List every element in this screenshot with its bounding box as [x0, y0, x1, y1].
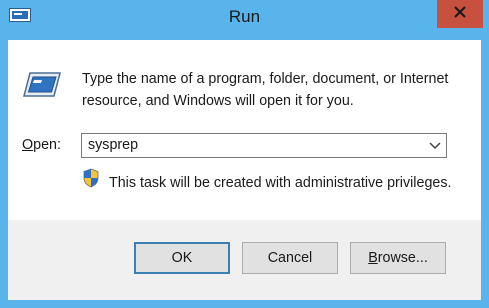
- close-button[interactable]: [437, 0, 483, 28]
- open-label-accelerator: O: [22, 137, 34, 153]
- browse-button[interactable]: Browse...: [350, 242, 446, 274]
- close-icon: [454, 5, 466, 23]
- open-label-text: pen:: [33, 137, 61, 153]
- window-title: Run: [228, 7, 261, 26]
- admin-privileges-note: This task will be created with administr…: [109, 175, 452, 191]
- open-combobox[interactable]: sysprep: [81, 133, 447, 158]
- dialog-description: Type the name of a program, folder, docu…: [82, 71, 449, 109]
- title-bar[interactable]: Run: [0, 0, 489, 40]
- dialog-body: Type the name of a program, folder, docu…: [8, 40, 481, 300]
- open-label: Open:: [22, 137, 61, 153]
- chevron-down-icon[interactable]: [428, 139, 442, 151]
- browse-accelerator: B: [368, 250, 378, 266]
- run-program-icon: [22, 70, 62, 100]
- ok-button[interactable]: OK: [134, 242, 230, 274]
- cancel-button[interactable]: Cancel: [242, 242, 338, 274]
- browse-label: rowse...: [377, 250, 428, 266]
- run-dialog-window: Run Type the name of a program, folder, …: [0, 0, 489, 308]
- uac-shield-icon: [82, 168, 100, 188]
- open-input[interactable]: sysprep: [88, 137, 138, 153]
